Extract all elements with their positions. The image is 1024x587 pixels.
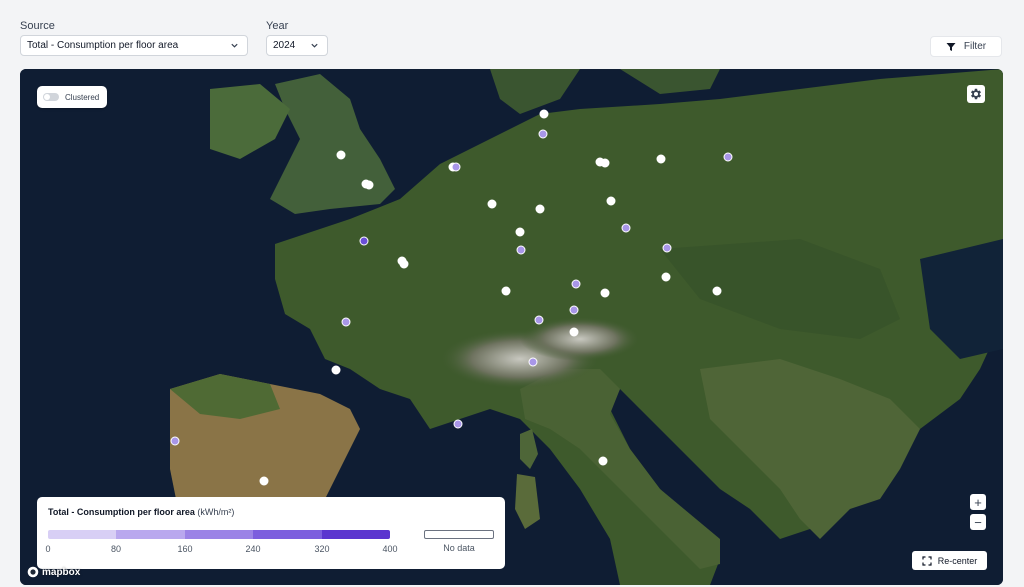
legend-unit: (kWh/m²): [197, 507, 235, 517]
source-select[interactable]: Total - Consumption per floor area: [20, 35, 248, 56]
site-marker[interactable]: [515, 227, 525, 237]
map-settings-button[interactable]: [967, 85, 985, 103]
site-marker[interactable]: [259, 476, 269, 486]
legend-color-step: [253, 530, 322, 539]
source-label: Source: [20, 20, 55, 32]
site-marker[interactable]: [571, 279, 581, 289]
filter-button[interactable]: Filter: [930, 36, 1002, 57]
map-view[interactable]: Clustered Total - Consumption per floor …: [20, 69, 1003, 585]
site-marker[interactable]: [723, 152, 733, 162]
site-marker[interactable]: [606, 196, 616, 206]
legend-color-scale: [48, 530, 390, 539]
gear-icon: [970, 88, 982, 100]
site-marker[interactable]: [534, 315, 544, 325]
zoom-out-button[interactable]: −: [970, 514, 986, 530]
site-marker[interactable]: [528, 357, 538, 367]
legend-color-step: [321, 530, 390, 539]
zoom-in-button[interactable]: +: [970, 494, 986, 510]
site-marker[interactable]: [600, 288, 610, 298]
toggle-switch[interactable]: [43, 93, 59, 101]
legend-tick-label: 400: [382, 544, 398, 554]
site-marker[interactable]: [535, 204, 545, 214]
mapbox-logo-icon: [27, 566, 39, 578]
site-marker[interactable]: [600, 158, 610, 168]
site-marker[interactable]: [712, 286, 722, 296]
filter-icon: [946, 42, 956, 51]
filter-toolbar: Source Total - Consumption per floor are…: [0, 0, 1024, 68]
site-marker[interactable]: [569, 327, 579, 337]
year-select[interactable]: 2024: [266, 35, 328, 56]
site-marker[interactable]: [538, 129, 548, 139]
site-marker[interactable]: [516, 245, 526, 255]
site-marker[interactable]: [598, 456, 608, 466]
legend-tick-label: 160: [177, 544, 193, 554]
site-marker[interactable]: [399, 259, 409, 269]
site-marker[interactable]: [569, 305, 579, 315]
recenter-label: Re-center: [937, 555, 978, 566]
site-marker[interactable]: [487, 199, 497, 209]
clustered-toggle[interactable]: Clustered: [37, 86, 107, 108]
legend-tick-label: 320: [314, 544, 330, 554]
site-marker[interactable]: [501, 286, 511, 296]
legend-title-text: Total - Consumption per floor area: [48, 507, 195, 517]
site-marker[interactable]: [170, 436, 180, 446]
legend-title: Total - Consumption per floor area (kWh/…: [48, 507, 494, 517]
legend-no-data-label: No data: [443, 543, 475, 553]
chevron-down-icon: [311, 43, 318, 48]
mapbox-attribution[interactable]: mapbox: [27, 566, 80, 578]
site-marker[interactable]: [364, 180, 374, 190]
year-select-value: 2024: [273, 40, 296, 51]
source-select-value: Total - Consumption per floor area: [27, 40, 179, 51]
legend-tick-label: 80: [110, 544, 122, 554]
legend-tick-label: 240: [245, 544, 261, 554]
site-marker[interactable]: [656, 154, 666, 164]
site-marker[interactable]: [661, 272, 671, 282]
site-marker[interactable]: [539, 109, 549, 119]
legend-color-step: [48, 530, 117, 539]
site-marker[interactable]: [336, 150, 346, 160]
mapbox-logo-text: mapbox: [42, 566, 81, 578]
legend-color-step: [184, 530, 254, 539]
year-label: Year: [266, 20, 289, 32]
site-marker[interactable]: [662, 243, 672, 253]
site-marker[interactable]: [331, 365, 341, 375]
site-marker[interactable]: [453, 419, 463, 429]
fullscreen-icon: [922, 555, 932, 566]
legend-tick-label: 0: [45, 544, 51, 554]
legend-color-step: [116, 530, 185, 539]
chevron-down-icon: [231, 43, 238, 48]
site-marker[interactable]: [621, 223, 631, 233]
site-marker[interactable]: [359, 236, 369, 246]
site-marker[interactable]: [341, 317, 351, 327]
legend-no-data-swatch: [424, 530, 494, 539]
recenter-button[interactable]: Re-center: [912, 551, 987, 570]
clustered-toggle-label: Clustered: [65, 92, 100, 102]
filter-button-label: Filter: [963, 41, 987, 52]
site-marker[interactable]: [451, 162, 461, 172]
map-legend: Total - Consumption per floor area (kWh/…: [37, 497, 505, 569]
